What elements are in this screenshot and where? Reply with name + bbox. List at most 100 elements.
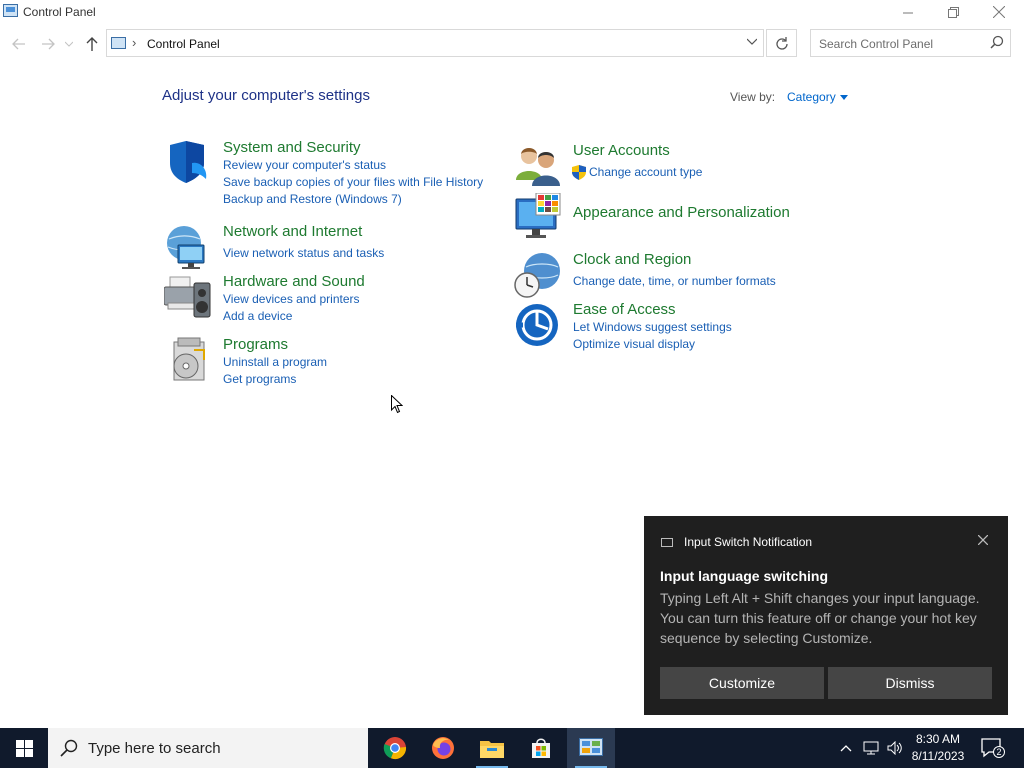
- taskbar-chrome[interactable]: [371, 728, 419, 768]
- file-history-link[interactable]: Save backup copies of your files with Fi…: [223, 175, 483, 189]
- category-title[interactable]: Programs: [223, 336, 288, 353]
- clock-date: 8/11/2023: [911, 749, 965, 763]
- taskbar-search-input[interactable]: Type here to search: [88, 740, 221, 757]
- uac-shield-icon: [572, 165, 586, 180]
- refresh-icon: [776, 36, 788, 50]
- back-arrow-icon: [12, 38, 25, 50]
- show-hidden-icons-button[interactable]: [836, 728, 856, 768]
- address-bar[interactable]: › Control Panel: [106, 29, 764, 57]
- view-by-value[interactable]: Category: [787, 90, 836, 104]
- view-by-dropdown[interactable]: Category: [787, 90, 848, 104]
- category-network-and-internet: Network and Internet View network status…: [164, 223, 464, 269]
- optimize-display-link[interactable]: Optimize visual display: [573, 337, 695, 351]
- notification-body: Typing Left Alt + Shift changes your inp…: [660, 590, 980, 646]
- refresh-button[interactable]: [766, 29, 797, 57]
- notification-header: Input Switch Notification: [684, 535, 813, 549]
- chevron-down-icon: [746, 38, 758, 45]
- title-bar: Control Panel: [0, 0, 1024, 26]
- action-center-button[interactable]: 2: [980, 736, 1005, 760]
- category-title[interactable]: Clock and Region: [573, 251, 691, 268]
- taskbar: Type here to search 8:30 AM 8/11/2023 2: [0, 728, 1024, 768]
- store-icon: [532, 738, 550, 758]
- caret-down-icon: [839, 95, 848, 101]
- start-button[interactable]: [0, 728, 48, 768]
- taskbar-file-explorer[interactable]: [468, 728, 516, 768]
- taskbar-search[interactable]: Type here to search: [48, 728, 368, 768]
- clock-globe-icon: [514, 253, 560, 298]
- backup-restore-link[interactable]: Backup and Restore (Windows 7): [223, 192, 402, 206]
- search-box[interactable]: Search Control Panel: [810, 29, 1011, 57]
- clock-time: 8:30 AM: [915, 732, 961, 746]
- up-arrow-icon: [86, 37, 98, 51]
- search-icon: [990, 35, 1004, 49]
- firefox-icon: [432, 737, 454, 759]
- restore-icon: [947, 6, 959, 18]
- chrome-icon: [383, 737, 407, 760]
- get-programs-link[interactable]: Get programs: [223, 372, 296, 386]
- breadcrumb[interactable]: Control Panel: [147, 37, 220, 51]
- back-button[interactable]: [8, 33, 30, 55]
- programs-disc-icon: [173, 337, 205, 381]
- address-dropdown-button[interactable]: [746, 34, 758, 48]
- category-programs: Programs Uninstall a program Get program…: [164, 336, 464, 388]
- category-title[interactable]: Appearance and Personalization: [573, 204, 790, 221]
- navigation-bar: › Control Panel Search Control Panel: [0, 28, 1024, 60]
- taskbar-control-panel[interactable]: [567, 728, 615, 768]
- notification-close-button[interactable]: [977, 532, 989, 550]
- category-title[interactable]: Hardware and Sound: [223, 273, 365, 290]
- control-panel-icon: [579, 738, 603, 756]
- close-button[interactable]: [976, 0, 1022, 24]
- category-title[interactable]: User Accounts: [573, 142, 670, 159]
- category-hardware-and-sound: Hardware and Sound View devices and prin…: [164, 273, 464, 325]
- notification-title: Input language switching: [660, 568, 828, 584]
- minimize-button[interactable]: [885, 0, 931, 24]
- restore-button[interactable]: [930, 0, 976, 24]
- page-title: Adjust your computer's settings: [162, 87, 370, 104]
- network-tray-button[interactable]: [860, 728, 882, 768]
- search-icon: [60, 739, 78, 757]
- monitor-palette-icon: [515, 193, 561, 238]
- close-icon: [977, 534, 989, 546]
- file-explorer-icon: [480, 741, 504, 758]
- customize-button[interactable]: Customize: [660, 667, 824, 699]
- taskbar-store[interactable]: [517, 728, 565, 768]
- volume-tray-button[interactable]: [884, 728, 906, 768]
- category-clock-and-region: Clock and Region Change date, time, or n…: [514, 251, 814, 298]
- breadcrumb-separator: ›: [132, 35, 137, 50]
- category-title[interactable]: Ease of Access: [573, 301, 676, 318]
- category-appearance-and-personalization: Appearance and Personalization: [514, 193, 814, 241]
- control-panel-icon: [3, 4, 18, 17]
- suggest-settings-link[interactable]: Let Windows suggest settings: [573, 320, 732, 334]
- category-title[interactable]: Network and Internet: [223, 223, 362, 240]
- chevron-down-icon: [65, 41, 73, 47]
- devices-printers-link[interactable]: View devices and printers: [223, 292, 360, 306]
- search-input[interactable]: Search Control Panel: [819, 37, 933, 51]
- taskbar-clock[interactable]: 8:30 AM 8/11/2023: [908, 731, 968, 765]
- taskbar-firefox[interactable]: [419, 728, 467, 768]
- users-icon: [516, 148, 560, 186]
- category-system-and-security: System and Security Review your computer…: [164, 139, 494, 209]
- review-status-link[interactable]: Review your computer's status: [223, 158, 386, 172]
- network-status-link[interactable]: View network status and tasks: [223, 246, 384, 260]
- mouse-cursor-icon: [391, 395, 403, 414]
- change-account-type-link[interactable]: Change account type: [589, 165, 702, 179]
- view-by-label: View by:: [730, 90, 776, 104]
- dismiss-button[interactable]: Dismiss: [828, 667, 992, 699]
- notification-count-badge: 2: [993, 746, 1005, 758]
- window-title: Control Panel: [23, 5, 96, 19]
- speaker-icon: [887, 741, 902, 755]
- change-date-time-link[interactable]: Change date, time, or number formats: [573, 274, 776, 288]
- category-title[interactable]: System and Security: [223, 139, 361, 156]
- network-icon: [863, 741, 879, 755]
- globe-network-icon: [167, 226, 205, 269]
- windows-logo-icon: [15, 739, 33, 757]
- recent-locations-button[interactable]: [62, 33, 76, 55]
- uninstall-program-link[interactable]: Uninstall a program: [223, 355, 327, 369]
- ease-of-access-icon: [516, 304, 558, 346]
- add-device-link[interactable]: Add a device: [223, 309, 292, 323]
- shield-icon: [170, 141, 207, 183]
- control-panel-icon: [111, 37, 126, 49]
- forward-button[interactable]: [37, 33, 59, 55]
- printer-speaker-icon: [164, 276, 211, 318]
- up-button[interactable]: [81, 33, 103, 55]
